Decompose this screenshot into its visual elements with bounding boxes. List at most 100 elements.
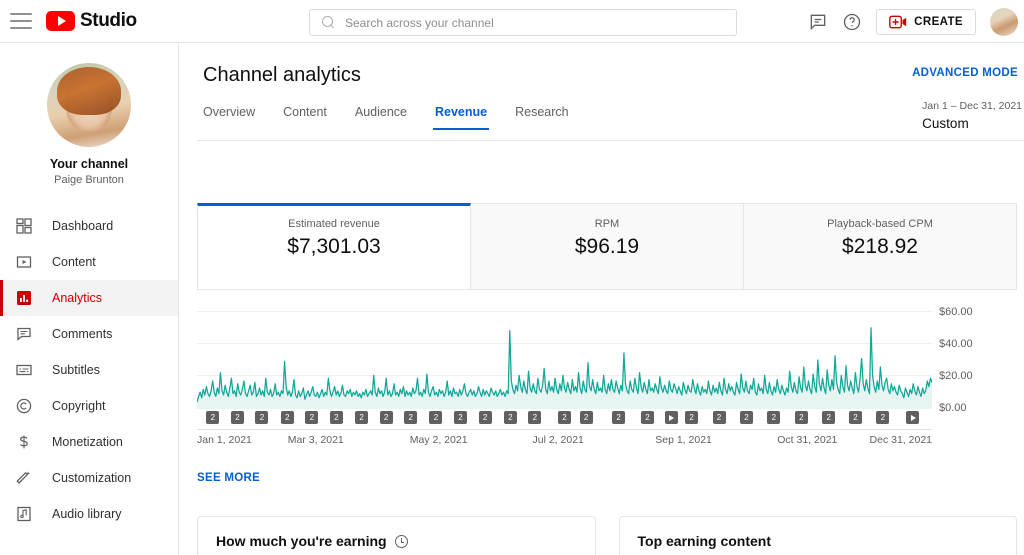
sidebar-item-monetization[interactable]: Monetization xyxy=(0,424,178,460)
sidebar-item-analytics[interactable]: Analytics xyxy=(0,280,178,316)
date-range-selector[interactable]: Jan 1 – Dec 31, 2021 Custom xyxy=(922,100,1022,131)
sidebar-item-customization[interactable]: Customization xyxy=(0,460,178,496)
chart-marker-count[interactable]: 2 xyxy=(206,411,220,424)
chart-marker-count[interactable]: 2 xyxy=(876,411,890,424)
page-title: Channel analytics xyxy=(203,64,361,86)
search-input[interactable] xyxy=(345,15,724,30)
card-title: How much you're earning xyxy=(216,533,387,549)
advanced-mode-link[interactable]: ADVANCED MODE xyxy=(912,67,1018,79)
sidebar-item-content[interactable]: Content xyxy=(0,244,178,280)
chart-marker-count[interactable]: 2 xyxy=(230,411,244,424)
sidebar-item-subtitles[interactable]: Subtitles xyxy=(0,352,178,388)
tab-content[interactable]: Content xyxy=(269,105,341,130)
sidebar-item-comments[interactable]: Comments xyxy=(0,316,178,352)
analytics-tabs: Overview Content Audience Revenue Resear… xyxy=(203,105,583,130)
chart-marker-count[interactable]: 2 xyxy=(503,411,517,424)
top-bar: Studio CREATE xyxy=(0,0,1024,43)
hamburger-icon[interactable] xyxy=(10,13,32,29)
y-tick-label: $20.00 xyxy=(939,370,973,382)
tab-research[interactable]: Research xyxy=(501,105,583,130)
chart-marker-count[interactable]: 2 xyxy=(478,411,492,424)
metric-label: Estimated revenue xyxy=(288,218,380,230)
sidebar-label: Comments xyxy=(52,326,113,341)
metric-label: Playback-based CPM xyxy=(827,218,933,230)
metric-card-playback-cpm[interactable]: Playback-based CPM $218.92 xyxy=(744,203,1017,290)
sidebar-label: Monetization xyxy=(52,434,123,449)
chart-marker-count[interactable]: 2 xyxy=(404,411,418,424)
chart-marker-count[interactable]: 2 xyxy=(454,411,468,424)
customization-icon xyxy=(14,468,34,488)
chart-marker-count[interactable]: 2 xyxy=(305,411,319,424)
top-bar-actions: CREATE xyxy=(808,0,1024,43)
help-icon[interactable] xyxy=(842,12,862,32)
channel-block: Your channel Paige Brunton xyxy=(0,43,178,186)
sidebar-item-copyright[interactable]: Copyright xyxy=(0,388,178,424)
chart-marker-count[interactable]: 2 xyxy=(558,411,571,424)
channel-name-label: Paige Brunton xyxy=(54,174,124,186)
x-tick-label: Oct 31, 2021 xyxy=(777,434,838,446)
tab-revenue[interactable]: Revenue xyxy=(421,105,501,130)
chart-marker-count[interactable]: 2 xyxy=(685,411,699,424)
create-video-icon xyxy=(889,15,907,28)
chart-marker-count[interactable]: 2 xyxy=(280,411,294,424)
metric-card-estimated-revenue[interactable]: Estimated revenue $7,301.03 xyxy=(197,203,471,290)
chart-marker-count[interactable]: 2 xyxy=(429,411,443,424)
y-tick-label: $60.00 xyxy=(939,306,973,318)
account-avatar[interactable] xyxy=(990,7,1018,36)
metric-value: $7,301.03 xyxy=(287,235,381,258)
chart-plot-area[interactable] xyxy=(197,311,932,409)
create-button[interactable]: CREATE xyxy=(876,8,976,35)
x-tick-label: Jan 1, 2021 xyxy=(197,434,252,446)
copyright-icon xyxy=(14,396,34,416)
chart-marker-count[interactable]: 2 xyxy=(255,411,269,424)
card-title: Top earning content xyxy=(637,533,772,549)
sidebar-item-dashboard[interactable]: Dashboard xyxy=(0,208,178,244)
subtitles-icon xyxy=(14,360,34,380)
channel-avatar[interactable] xyxy=(47,63,131,147)
chart-marker-count[interactable]: 2 xyxy=(794,411,808,424)
chart-marker-video-icon[interactable] xyxy=(906,411,919,424)
x-tick-label: Dec 31, 2021 xyxy=(869,434,932,446)
chart-marker-count[interactable]: 2 xyxy=(739,411,753,424)
studio-logo[interactable]: Studio xyxy=(46,10,137,32)
dashboard-icon xyxy=(14,216,34,236)
studio-logo-text: Studio xyxy=(80,10,137,31)
chart-marker-count[interactable]: 2 xyxy=(712,411,726,424)
sidebar-label: Dashboard xyxy=(52,218,114,233)
chart-marker-count[interactable]: 2 xyxy=(379,411,393,424)
chart-marker-count[interactable]: 2 xyxy=(355,411,369,424)
chart-marker-count[interactable]: 2 xyxy=(579,411,593,424)
chart-marker-count[interactable]: 2 xyxy=(767,411,781,424)
monetization-icon xyxy=(14,432,34,452)
metric-cards: Estimated revenue $7,301.03 RPM $96.19 P… xyxy=(197,203,1017,290)
see-more-link[interactable]: SEE MORE xyxy=(197,472,260,484)
your-channel-label: Your channel xyxy=(49,157,129,171)
card-title-wrap: How much you're earning xyxy=(216,533,577,549)
chart-marker-count[interactable]: 2 xyxy=(848,411,862,424)
feedback-icon[interactable] xyxy=(808,12,828,32)
card-title-wrap: Top earning content xyxy=(638,533,999,549)
clock-icon xyxy=(394,534,408,548)
y-tick-label: $0.00 xyxy=(939,402,967,414)
chart-marker-count[interactable]: 2 xyxy=(612,411,626,424)
search-bar[interactable] xyxy=(309,9,737,36)
x-tick-label: Jul 2, 2021 xyxy=(532,434,584,446)
tab-overview[interactable]: Overview xyxy=(203,105,269,130)
chart-marker-count[interactable]: 2 xyxy=(528,411,542,424)
x-tick-label: May 2, 2021 xyxy=(409,434,468,446)
analytics-icon xyxy=(14,288,34,308)
tab-audience[interactable]: Audience xyxy=(341,105,421,130)
chart-marker-video-icon[interactable] xyxy=(664,411,678,424)
chart-marker-count[interactable]: 2 xyxy=(641,411,655,424)
card-how-much-youre-earning[interactable]: How much you're earning Estimated · Last… xyxy=(197,516,596,555)
sidebar-item-audio-library[interactable]: Audio library xyxy=(0,496,178,532)
revenue-chart: $60.00 $40.00 $20.00 $0.00 2222222222222… xyxy=(197,303,1017,463)
tabs-divider xyxy=(197,140,1024,141)
card-top-earning-content[interactable]: Top earning content Estimated · Jan 1 – … xyxy=(618,516,1017,555)
chart-marker-count[interactable]: 2 xyxy=(329,411,343,424)
date-range-mode: Custom xyxy=(922,116,969,131)
chart-marker-count[interactable]: 2 xyxy=(822,411,836,424)
x-tick-label: Mar 3, 2021 xyxy=(287,434,344,446)
chart-x-axis: Jan 1, 2021 Mar 3, 2021 May 2, 2021 Jul 2, … xyxy=(197,434,932,450)
metric-card-rpm[interactable]: RPM $96.19 xyxy=(471,203,744,290)
